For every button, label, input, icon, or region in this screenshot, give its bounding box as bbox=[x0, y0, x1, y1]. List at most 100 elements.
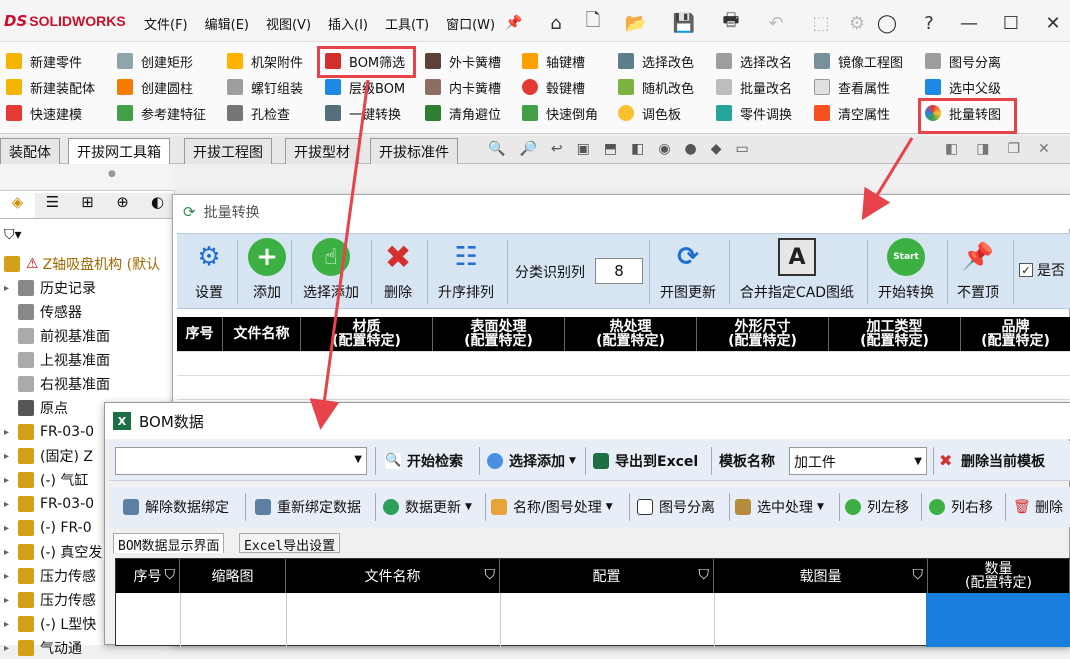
create-rect-button[interactable]: 创建矩形 bbox=[117, 50, 193, 72]
pane-left-icon[interactable]: ◧ bbox=[945, 141, 958, 157]
expand-arrow-icon[interactable]: ▸ bbox=[4, 451, 18, 462]
tab-assembly[interactable]: 装配体 bbox=[0, 138, 60, 164]
tree-item[interactable]: ▸ 压力传感 bbox=[4, 589, 96, 611]
rebuild-icon[interactable]: ⚙ bbox=[846, 12, 868, 34]
select-recolor-button[interactable]: 选择改色 bbox=[618, 50, 694, 72]
menu-window[interactable]: 窗口(W) bbox=[446, 14, 495, 33]
tree-item[interactable]: 上视基准面 bbox=[4, 349, 110, 371]
print-icon[interactable]: 🖶 bbox=[720, 10, 742, 34]
batch-column-header[interactable]: 热处理 (配置特定) bbox=[565, 317, 697, 351]
bom-column-header[interactable]: 文件名称 ⛉ bbox=[286, 559, 500, 593]
config-manager-tab-icon[interactable]: ⊞ bbox=[70, 193, 105, 218]
user-icon[interactable]: ◯ bbox=[876, 12, 898, 34]
minimize-icon[interactable]: — bbox=[958, 12, 980, 34]
help-icon[interactable]: ? bbox=[918, 12, 940, 34]
template-select[interactable]: 加工件 ▼ bbox=[789, 447, 927, 475]
filter-icon[interactable]: ⛉▾ bbox=[4, 227, 22, 243]
level-bom-button[interactable]: 层级BOM bbox=[325, 76, 405, 98]
select-add-dropdown[interactable]: 选择添加 ▼ bbox=[487, 449, 576, 473]
tree-item[interactable]: ▸ (固定) Z bbox=[4, 445, 93, 467]
expand-arrow-icon[interactable]: ▸ bbox=[4, 595, 18, 606]
dimxpert-tab-icon[interactable]: ⊕ bbox=[105, 193, 140, 218]
hub-keyway-button[interactable]: 毂键槽 bbox=[522, 76, 585, 98]
unbind-data-button[interactable]: 解除数据绑定 bbox=[123, 495, 229, 519]
move-column-right-button[interactable]: 列右移 bbox=[929, 495, 993, 519]
select-process-dropdown[interactable]: 选中处理 ▼ bbox=[735, 495, 824, 519]
hole-check-button[interactable]: 孔检查 bbox=[227, 102, 290, 124]
view-properties-button[interactable]: 查看属性 bbox=[814, 76, 890, 98]
data-update-dropdown[interactable]: 数据更新 ▼ bbox=[383, 495, 472, 519]
property-manager-tab-icon[interactable]: ☰ bbox=[35, 193, 70, 218]
pane-restore-icon[interactable]: ❐ bbox=[1007, 141, 1020, 157]
settings-button[interactable]: ⚙ 设置 bbox=[185, 238, 233, 306]
part-swap-button[interactable]: 零件调换 bbox=[716, 102, 792, 124]
start-convert-button[interactable]: Start 开始转换 bbox=[871, 238, 941, 306]
start-search-button[interactable]: 🔍 开始检索 bbox=[385, 449, 463, 473]
expand-arrow-icon[interactable]: ▸ bbox=[4, 571, 18, 582]
new-assembly-button[interactable]: 新建装配体 bbox=[6, 76, 95, 98]
merge-cad-button[interactable]: A 合并指定CAD图纸 bbox=[733, 238, 861, 306]
tab-profiles[interactable]: 开拔型材 bbox=[285, 138, 359, 164]
select-add-button[interactable]: ☝ 选择添加 bbox=[295, 238, 367, 306]
feature-manager-tab-icon[interactable]: ◈ bbox=[0, 193, 35, 218]
menu-tools[interactable]: 工具(T) bbox=[385, 14, 429, 33]
new-document-icon[interactable]: 🗋 bbox=[582, 10, 604, 34]
selected-cell[interactable] bbox=[926, 593, 1070, 647]
tree-item[interactable]: ▸ 气动通 bbox=[4, 637, 82, 659]
section-view-icon[interactable]: ▣ bbox=[577, 141, 590, 159]
menu-view[interactable]: 视图(V) bbox=[266, 14, 311, 33]
appearance-icon[interactable]: ● bbox=[685, 141, 697, 159]
tree-item[interactable]: ▸ 历史记录 bbox=[4, 277, 96, 299]
expand-arrow-icon[interactable]: ▸ bbox=[4, 523, 18, 534]
bom-column-header[interactable]: 数量 (配置特定) bbox=[928, 559, 1070, 593]
not-topmost-button[interactable]: 📌 不置顶 bbox=[951, 238, 1005, 306]
previous-view-icon[interactable]: ↩ bbox=[551, 141, 563, 159]
delete-template-button[interactable]: ✖ 删除当前模板 bbox=[939, 449, 1045, 473]
expand-arrow-icon[interactable]: ▸ bbox=[4, 283, 18, 294]
select-parent-button[interactable]: 选中父级 bbox=[925, 76, 1001, 98]
zoom-fit-icon[interactable]: 🔍 bbox=[488, 141, 505, 159]
menu-insert[interactable]: 插入(I) bbox=[328, 14, 368, 33]
batch-column-header[interactable]: 品牌 (配置特定) bbox=[961, 317, 1070, 351]
add-button[interactable]: + 添加 bbox=[239, 238, 295, 306]
sort-ascending-button[interactable]: ☷ 升序排列 bbox=[431, 238, 501, 306]
tree-item[interactable]: ▸ FR-03-0 bbox=[4, 421, 94, 443]
open-update-button[interactable]: ⟳ 开图更新 bbox=[653, 238, 723, 306]
menu-edit[interactable]: 编辑(E) bbox=[205, 14, 249, 33]
tree-root[interactable]: ⚠ Z轴吸盘机构 (默认 bbox=[4, 253, 160, 275]
mirror-drawing-button[interactable]: 镜像工程图 bbox=[814, 50, 903, 72]
batch-column-header[interactable]: 序号 bbox=[177, 317, 223, 351]
view-orientation-icon[interactable]: ⬒ bbox=[604, 141, 617, 159]
display-style-icon[interactable]: ◧ bbox=[631, 141, 644, 159]
inner-snap-groove-button[interactable]: 内卡簧槽 bbox=[425, 76, 501, 98]
tree-item[interactable]: 右视基准面 bbox=[4, 373, 110, 395]
whether-checkbox[interactable]: ✓ 是否 bbox=[1019, 260, 1065, 280]
one-key-convert-button[interactable]: 一键转换 bbox=[325, 102, 401, 124]
tree-item[interactable]: ▸ (-) L型快 bbox=[4, 613, 96, 635]
tree-item[interactable]: 前视基准面 bbox=[4, 325, 110, 347]
hide-show-icon[interactable]: ◉ bbox=[658, 141, 670, 159]
maximize-icon[interactable]: ☐ bbox=[1000, 12, 1022, 34]
shaft-keyway-button[interactable]: 轴键槽 bbox=[522, 50, 585, 72]
filter-icon[interactable]: ⛉ bbox=[699, 567, 710, 583]
new-part-button[interactable]: 新建零件 bbox=[6, 50, 82, 72]
select-rename-button[interactable]: 选择改名 bbox=[716, 50, 792, 72]
classify-column-input[interactable]: 8 bbox=[595, 258, 643, 284]
filter-icon[interactable]: ⛉ bbox=[165, 567, 176, 583]
tree-item[interactable]: 传感器 bbox=[4, 301, 82, 323]
zoom-area-icon[interactable]: 🔎 bbox=[519, 141, 536, 159]
expand-arrow-icon[interactable]: ▸ bbox=[4, 643, 18, 654]
quick-chamfer-button[interactable]: 快速倒角 bbox=[522, 102, 598, 124]
tab-excel-export-settings[interactable]: Excel导出设置 bbox=[239, 533, 341, 554]
tree-item[interactable]: ▸ (-) 真空发 bbox=[4, 541, 102, 563]
screw-assembly-button[interactable]: 螺钉组装 bbox=[227, 76, 303, 98]
menu-file[interactable]: 文件(F) bbox=[144, 14, 188, 33]
close-icon[interactable]: ✕ bbox=[1042, 12, 1064, 34]
palette-button[interactable]: 调色板 bbox=[618, 102, 681, 124]
tab-standard-parts[interactable]: 开拔标准件 bbox=[370, 138, 458, 164]
tab-drawing[interactable]: 开拔工程图 bbox=[184, 138, 272, 164]
delete-button[interactable]: ✖ 删除 bbox=[373, 238, 423, 306]
quick-model-button[interactable]: 快速建模 bbox=[6, 102, 82, 124]
clear-properties-button[interactable]: 清空属性 bbox=[814, 102, 890, 124]
drawing-number-split-button[interactable]: 图号分离 bbox=[925, 50, 1001, 72]
